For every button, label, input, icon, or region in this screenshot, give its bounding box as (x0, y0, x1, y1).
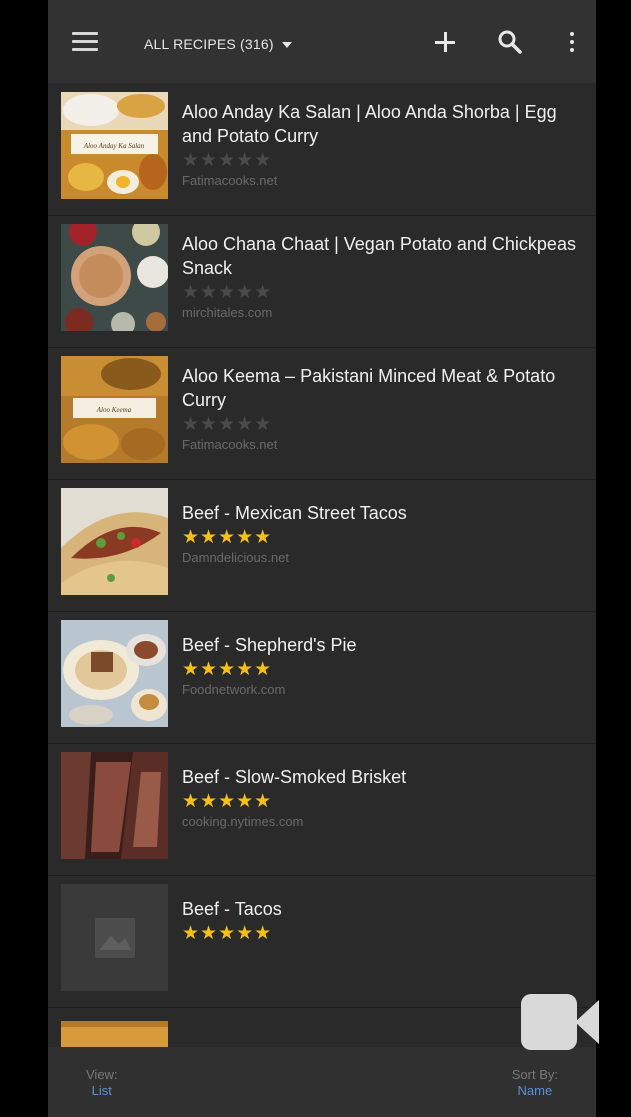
sort-label: Sort By: (511, 1067, 558, 1082)
recipe-filter-label: ALL RECIPES (316) (144, 36, 274, 52)
rating-stars: ★★★★★ (182, 527, 582, 549)
recipe-row[interactable]: Aloo Chana Chaat | Vegan Potato and Chic… (48, 215, 596, 348)
recipe-source: cooking.nytimes.com (182, 814, 304, 829)
app-screen: ALL RECIPES (316) Aloo Anday Ka Salan Al… (48, 0, 596, 1117)
thumbnail-caption: Aloo Anday Ka Salan (83, 142, 145, 150)
more-vert-icon[interactable] (558, 28, 586, 56)
hamburger-menu-icon[interactable] (72, 32, 98, 54)
rating-stars: ★★★★★ (182, 791, 582, 813)
recipe-name: Aloo Anday Ka Salan | Aloo Anda Shorba |… (182, 102, 557, 146)
recipe-source: Damndelicious.net (182, 550, 289, 565)
recipe-name: Beef - Shepherd's Pie (182, 635, 357, 655)
recipe-name: Aloo Chana Chaat | Vegan Potato and Chic… (182, 234, 576, 278)
recipe-name: Beef - Mexican Street Tacos (182, 503, 407, 523)
recipe-thumbnail: Aloo Anday Ka Salan (61, 92, 168, 199)
star-icon: ★★★★★ (182, 414, 273, 435)
rating-stars: ★★★★★ (182, 414, 582, 436)
recipe-source: Foodnetwork.com (182, 682, 286, 697)
thumbnail-caption: Aloo Keema (96, 406, 132, 414)
recipe-source: Fatimacooks.net (182, 437, 278, 452)
recipe-thumbnail (61, 620, 168, 727)
image-placeholder-icon (61, 884, 168, 991)
sort-value: Name (517, 1083, 553, 1098)
recipe-name: Aloo Keema – Pakistani Minced Meat & Pot… (182, 366, 556, 410)
video-camera-icon (521, 994, 599, 1050)
top-app-bar: ALL RECIPES (316) (48, 0, 596, 83)
recipe-name: Beef - Slow-Smoked Brisket (182, 767, 407, 787)
rating-stars: ★★★★★ (182, 923, 582, 945)
star-icon: ★★★★★ (182, 150, 273, 171)
recipe-row[interactable]: Aloo Anday Ka Salan Aloo Anday Ka Salan … (48, 83, 596, 216)
plus-icon[interactable] (431, 28, 459, 56)
bottom-bar: View: List Sort By: Name (48, 1047, 596, 1117)
recipe-thumbnail: Aloo Keema (61, 356, 168, 463)
recipe-thumbnail (61, 224, 168, 331)
star-icon: ★★★★★ (182, 282, 273, 303)
recipe-row[interactable]: Beef - Mexican Street Tacos ★★★★★ Damnde… (48, 479, 596, 612)
recipe-thumbnail (61, 752, 168, 859)
recipe-filter-dropdown[interactable]: ALL RECIPES (316) (144, 36, 292, 52)
recipe-source: mirchitales.com (182, 305, 273, 320)
rating-stars: ★★★★★ (182, 282, 582, 304)
recipe-row[interactable]: Beef - Slow-Smoked Brisket ★★★★★ cooking… (48, 743, 596, 876)
star-icon: ★★★★★ (182, 923, 273, 944)
star-icon: ★★★★★ (182, 659, 273, 680)
view-label: View: (86, 1067, 118, 1082)
recipe-source: Fatimacooks.net (182, 173, 278, 188)
recipe-row[interactable]: Beef - Tacos ★★★★★ (48, 875, 596, 1008)
recipe-row[interactable]: Beef - Shepherd's Pie ★★★★★ Foodnetwork.… (48, 611, 596, 744)
rating-stars: ★★★★★ (182, 150, 582, 172)
rating-stars: ★★★★★ (182, 659, 582, 681)
star-icon: ★★★★★ (182, 791, 273, 812)
view-mode-selector[interactable]: View: List (86, 1067, 118, 1099)
chevron-down-icon (281, 42, 292, 49)
recipe-row[interactable]: Aloo Keema Aloo Keema – Pakistani Minced… (48, 347, 596, 480)
search-icon[interactable] (496, 28, 524, 56)
recipe-thumbnail (61, 488, 168, 595)
sort-selector[interactable]: Sort By: Name (512, 1067, 558, 1099)
view-value: List (91, 1083, 112, 1098)
star-icon: ★★★★★ (182, 527, 273, 548)
recipe-name: Beef - Tacos (182, 899, 282, 919)
